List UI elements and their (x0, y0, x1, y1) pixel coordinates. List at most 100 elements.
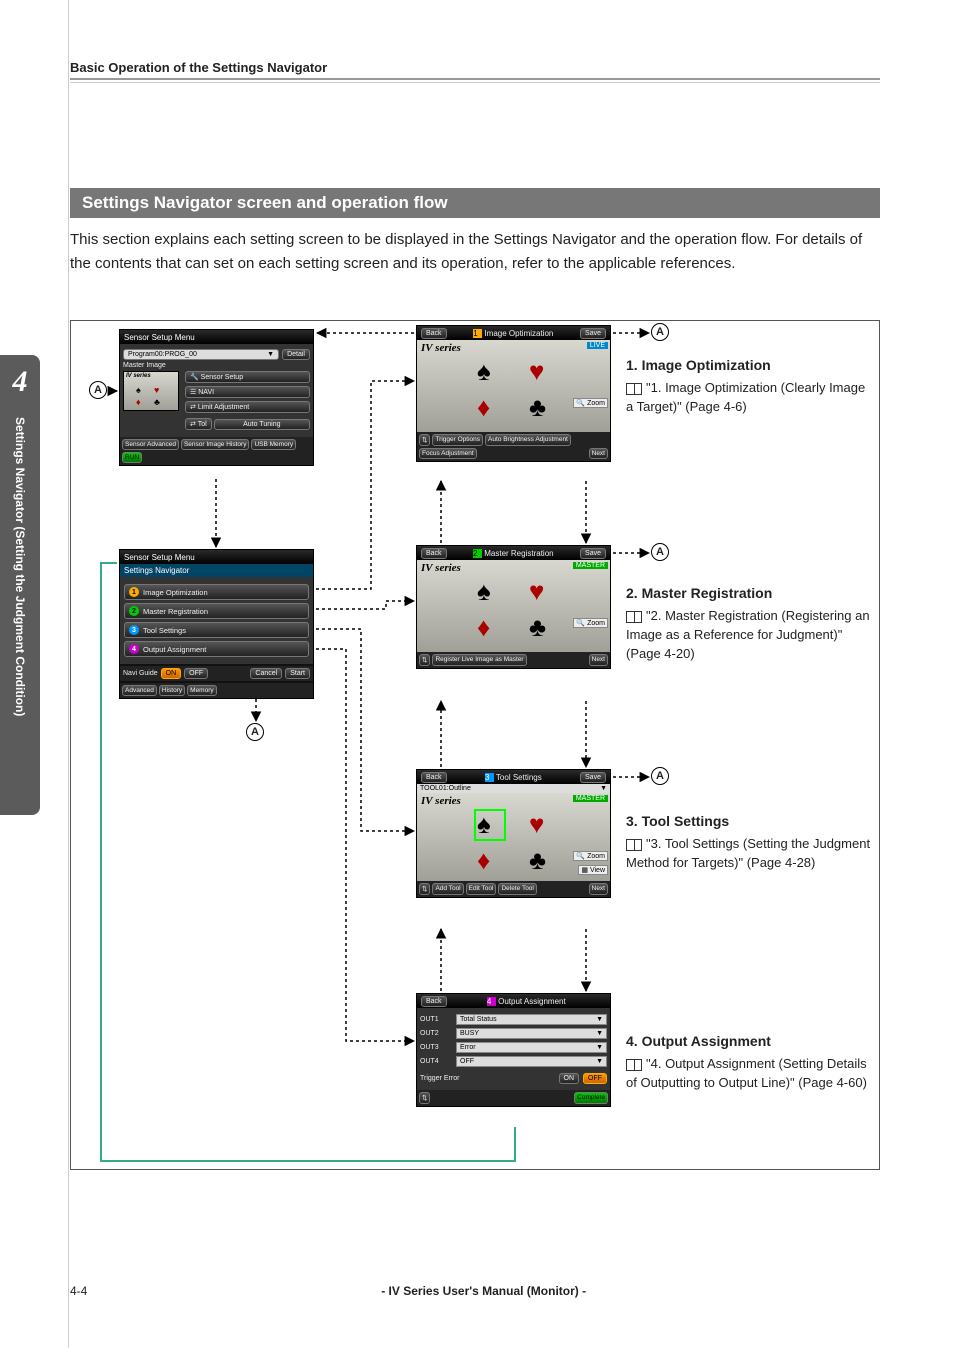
master-image-label: Master Image (123, 362, 310, 369)
dropdown-icon: ▼ (267, 351, 274, 358)
s1-auto-brightness-button[interactable]: Auto Brightness Adjustment (485, 434, 571, 446)
s2-scroll-icon[interactable]: ⇅ (419, 654, 430, 666)
desc-master-registration: 2. Master Registration "2. Master Regist… (626, 583, 876, 664)
s3-delete-tool-button[interactable]: Delete Tool (498, 883, 536, 895)
nav-item-master-registration[interactable]: 2Master Registration (124, 603, 309, 619)
auto-tuning-button[interactable]: Auto Tuning (214, 419, 310, 430)
book-icon (626, 839, 642, 851)
sensor-history-button[interactable]: Sensor Image History (181, 439, 250, 450)
s1-scroll-icon[interactable]: ⇅ (419, 434, 430, 446)
chapter-title: Settings Navigator (Setting the Judgment… (13, 417, 27, 716)
header-rule (70, 78, 880, 80)
navi-on-button[interactable]: ON (161, 668, 182, 679)
sensor-menu-title: Sensor Setup Menu (124, 333, 195, 342)
s3-camera: IV series MASTER ♠♥♦♣ 🔍 Zoom ▦ View (417, 793, 610, 881)
desc-image-optimization: 1. Image Optimization "1. Image Optimiza… (626, 355, 876, 417)
s3-tool-select[interactable]: TOOL01:Outline▼ (417, 784, 610, 793)
s1-next-button[interactable]: Next (589, 448, 608, 459)
s3-add-tool-button[interactable]: Add Tool (432, 883, 463, 895)
desc-tool-settings: 3. Tool Settings "3. Tool Settings (Sett… (626, 811, 876, 873)
s4-title: Output Assignment (498, 997, 566, 1006)
out2-select[interactable]: BUSY▼ (456, 1028, 607, 1039)
marker-a: A (651, 767, 669, 785)
nav-item-output-assignment[interactable]: 4Output Assignment (124, 641, 309, 657)
nav-cancel-button[interactable]: Cancel (250, 668, 282, 679)
s2-save-button[interactable]: Save (580, 548, 606, 559)
book-icon (626, 383, 642, 395)
s3-view-button[interactable]: ▦ View (578, 865, 608, 875)
detail-button[interactable]: Detail (282, 349, 310, 360)
s2-register-master-button[interactable]: Register Live Image as Master (432, 654, 526, 666)
settings-navigator-screen: Sensor Setup Menu Settings Navigator 1Im… (119, 549, 314, 699)
s1-trigger-options-button[interactable]: Trigger Options (432, 434, 483, 446)
trigger-on-button[interactable]: ON (559, 1073, 580, 1084)
book-icon (626, 611, 642, 623)
out2-label: OUT2 (420, 1030, 452, 1037)
nav-item-image-optimization[interactable]: 1Image Optimization (124, 584, 309, 600)
output-assignment-screen: Back 4 Output Assignment OUT1Total Statu… (416, 993, 611, 1107)
tol-button[interactable]: ⇄ Tol (185, 418, 212, 430)
nav-advanced-button[interactable]: Advanced (122, 685, 157, 696)
trigger-error-label: Trigger Error (420, 1075, 555, 1082)
out1-select[interactable]: Total Status▼ (456, 1014, 607, 1025)
section-title-bar: Settings Navigator screen and operation … (70, 188, 880, 218)
page-number: 4-4 (70, 1284, 87, 1298)
tool-settings-screen: Back 3 Tool Settings Save TOOL01:Outline… (416, 769, 611, 898)
limit-adjustment-button[interactable]: ⇄ Limit Adjustment (185, 401, 310, 413)
s2-back-button[interactable]: Back (421, 548, 447, 559)
master-registration-screen: Back 2 Master Registration Save IV serie… (416, 545, 611, 669)
navi-off-button[interactable]: OFF (184, 668, 208, 679)
out3-select[interactable]: Error▼ (456, 1042, 607, 1053)
nav-screen-title: Sensor Setup Menu (124, 553, 195, 562)
marker-a: A (651, 323, 669, 341)
desc-output-assignment: 4. Output Assignment "4. Output Assignme… (626, 1031, 876, 1093)
s3-back-button[interactable]: Back (421, 772, 447, 783)
running-head: Basic Operation of the Settings Navigato… (70, 60, 327, 75)
out1-label: OUT1 (420, 1016, 452, 1023)
nav-item-tool-settings[interactable]: 3Tool Settings (124, 622, 309, 638)
program-label: Program00:PROG_00 (128, 351, 197, 358)
chapter-number: 4 (13, 365, 28, 399)
navi-guide-label: Navi Guide (123, 670, 158, 677)
sensor-setup-menu-screen: Sensor Setup Menu Program00:PROG_00 ▼ Det… (119, 329, 314, 466)
s2-next-button[interactable]: Next (589, 654, 608, 666)
trigger-off-button[interactable]: OFF (583, 1073, 607, 1084)
s3-zoom-button[interactable]: 🔍 Zoom (573, 851, 608, 861)
image-optimization-screen: Back 1 Image Optimization Save IV series… (416, 325, 611, 462)
s2-camera: IV series MASTER ♠♥♦♣ 🔍 Zoom (417, 560, 610, 652)
s1-camera: IV series LIVE ♠♥♦♣ 🔍 Zoom (417, 340, 610, 432)
nav-start-button[interactable]: Start (285, 668, 310, 679)
s4-back-button[interactable]: Back (421, 996, 447, 1007)
manual-title-footer: - IV Series User's Manual (Monitor) - (381, 1284, 586, 1298)
navi-button[interactable]: ☰ NAVI (185, 386, 310, 398)
s4-complete-button[interactable]: Complete (574, 1092, 608, 1104)
s1-zoom-button[interactable]: 🔍 Zoom (573, 398, 608, 408)
header-rule-shadow (70, 82, 880, 83)
s2-title: Master Registration (484, 549, 553, 558)
master-image-thumb: IV series ♠ ♥ ♦ ♣ (123, 371, 179, 411)
live-badge: LIVE (587, 342, 608, 349)
nav-history-button[interactable]: History (159, 685, 185, 696)
page-footer: 4-4 - IV Series User's Manual (Monitor) … (70, 1284, 880, 1298)
run-button[interactable]: RUN (122, 452, 142, 463)
s3-next-button[interactable]: Next (589, 883, 608, 895)
out4-label: OUT4 (420, 1058, 452, 1065)
nav-screen-subtitle: Settings Navigator (120, 564, 313, 577)
sensor-advanced-button[interactable]: Sensor Advanced (122, 439, 179, 450)
s3-save-button[interactable]: Save (580, 772, 606, 783)
marker-a: A (246, 723, 264, 741)
out4-select[interactable]: OFF▼ (456, 1056, 607, 1067)
sensor-setup-button[interactable]: 🔧 Sensor Setup (185, 371, 310, 383)
s1-back-button[interactable]: Back (421, 328, 447, 339)
usb-memory-button[interactable]: USB Memory (251, 439, 296, 450)
nav-memory-button[interactable]: Memory (187, 685, 216, 696)
s1-focus-adjustment-button[interactable]: Focus Adjustment (419, 448, 477, 459)
section-intro: This section explains each setting scree… (70, 228, 880, 276)
master-badge: MASTER (573, 562, 608, 569)
s1-save-button[interactable]: Save (580, 328, 606, 339)
s3-scroll-icon[interactable]: ⇅ (419, 883, 430, 895)
marker-a: A (89, 381, 107, 399)
s3-edit-tool-button[interactable]: Edit Tool (466, 883, 497, 895)
s4-scroll-icon[interactable]: ⇅ (419, 1092, 430, 1104)
s2-zoom-button[interactable]: 🔍 Zoom (573, 618, 608, 628)
